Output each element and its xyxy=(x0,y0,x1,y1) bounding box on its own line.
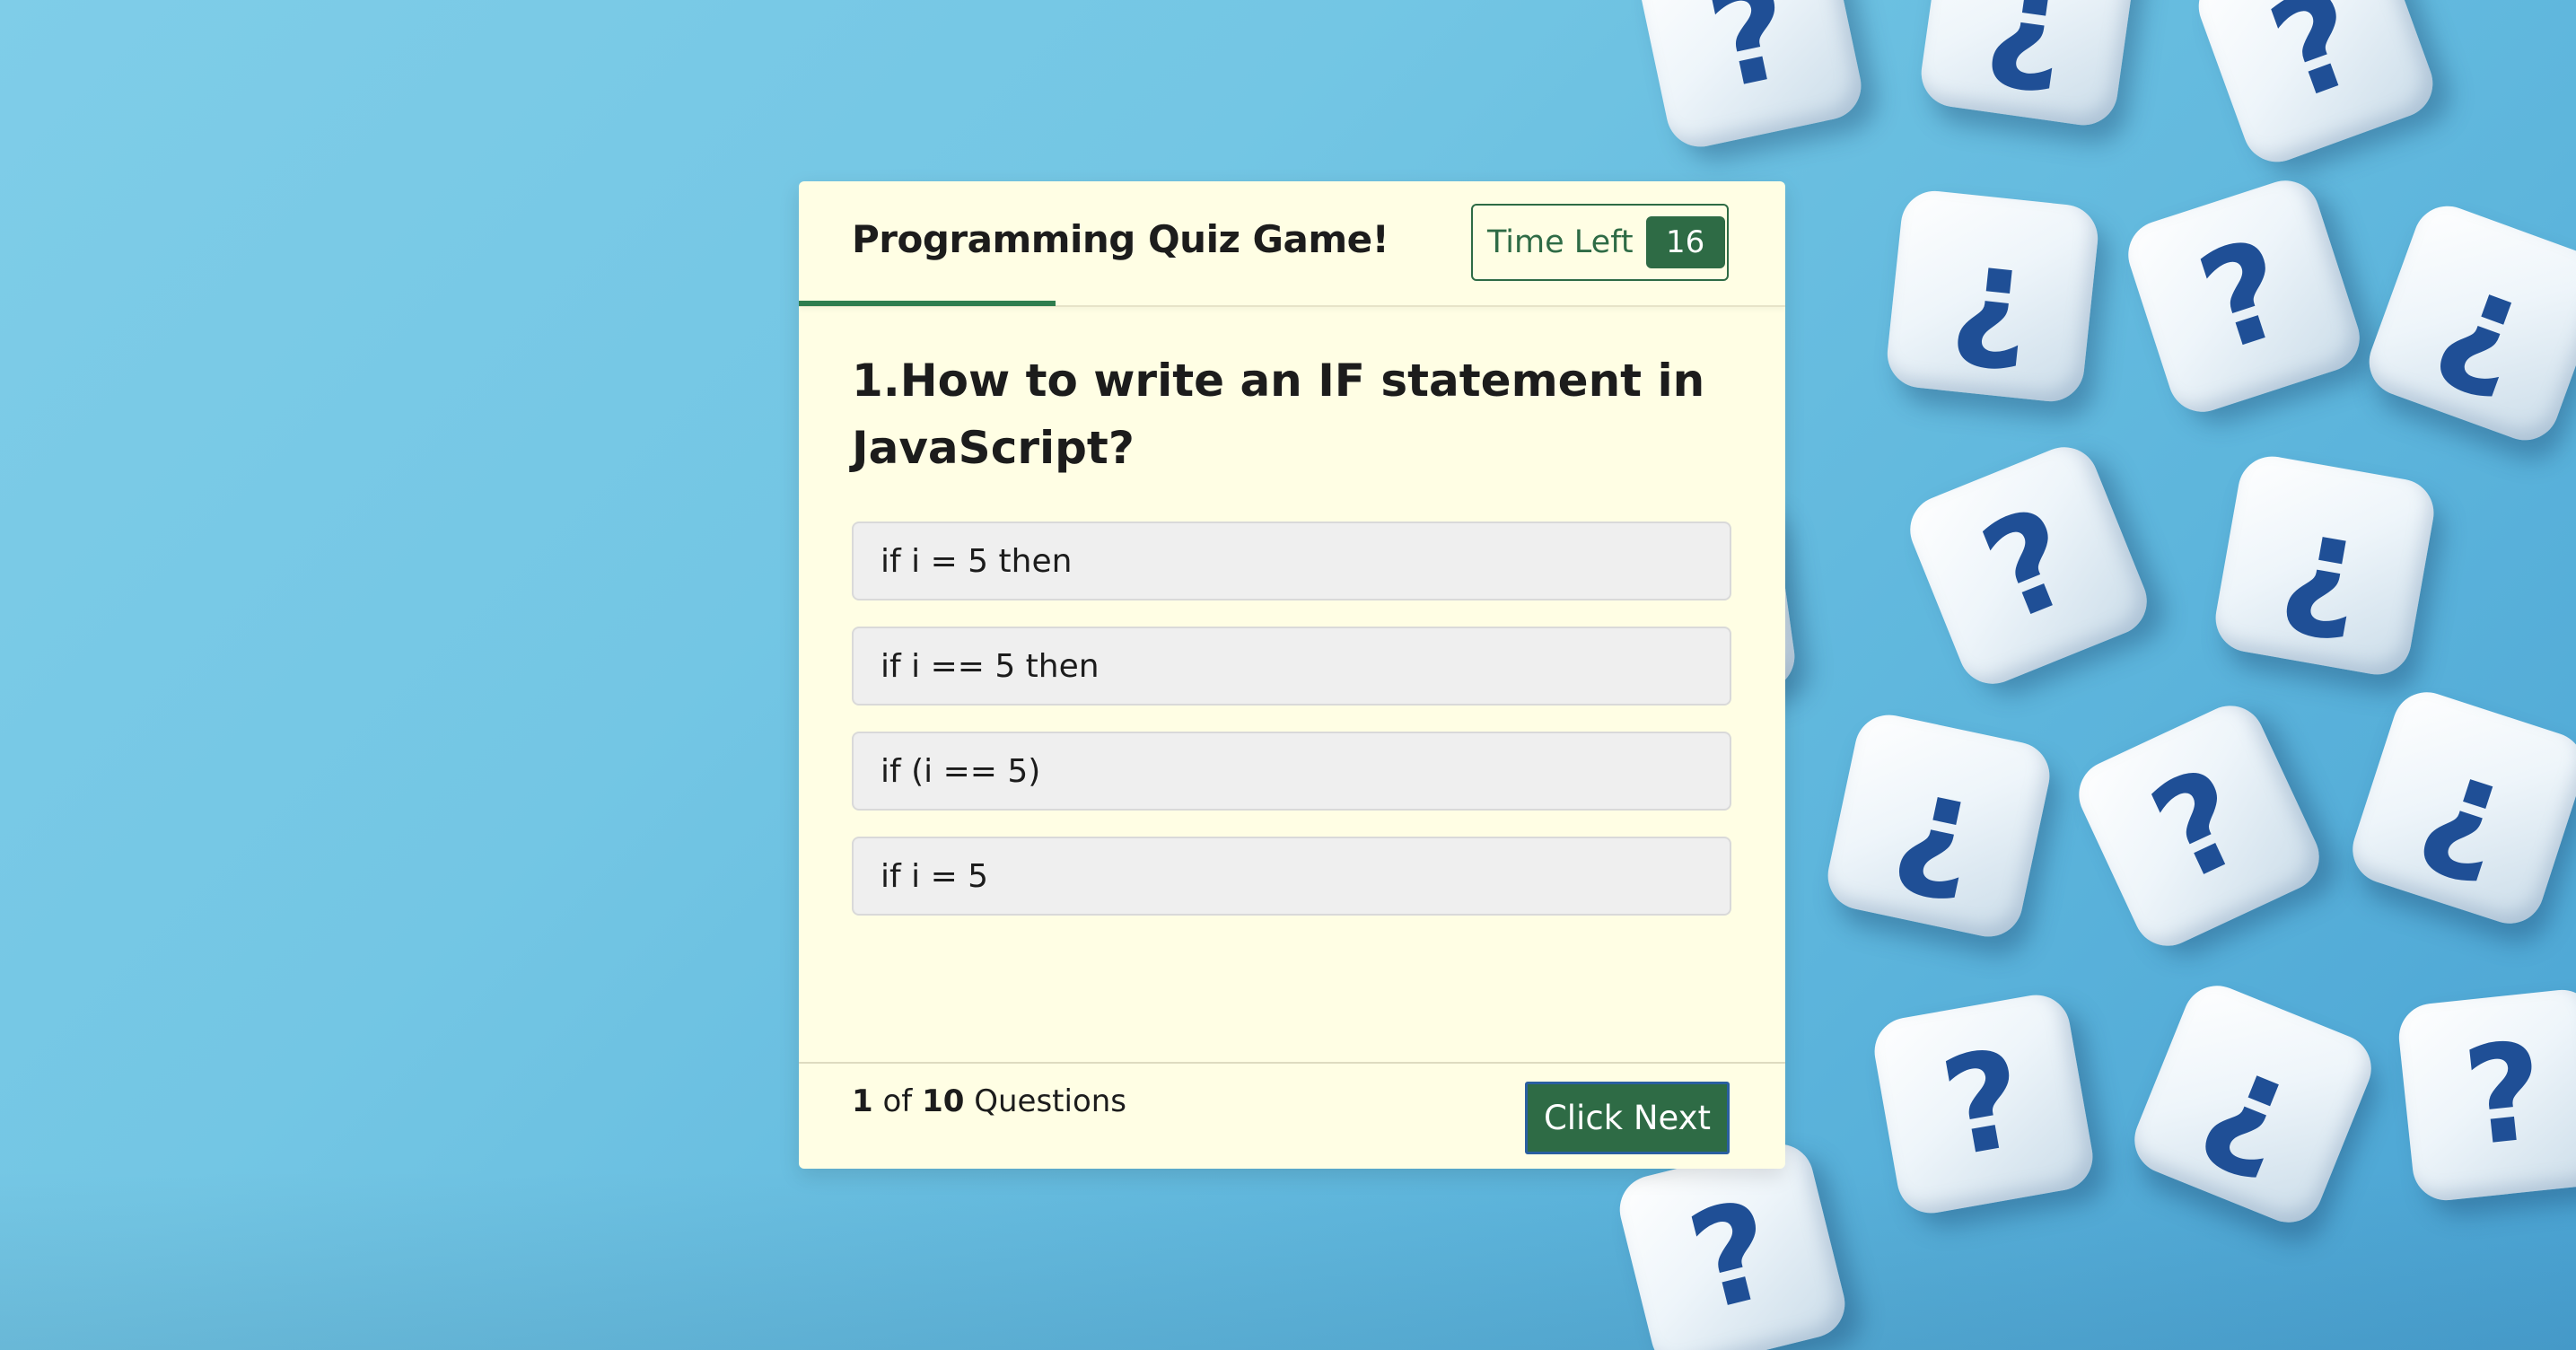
total-questions-number: 10 xyxy=(922,1083,965,1119)
counter-questions-text: Questions xyxy=(974,1083,1127,1119)
question-die: ¿ xyxy=(2210,451,2440,680)
question-mark-glyph: ? xyxy=(1932,1020,2036,1188)
question-counter: 1 of 10 Questions xyxy=(852,1083,1126,1119)
time-left-box: Time Left 16 xyxy=(1471,204,1729,281)
question-die: ¿ xyxy=(1916,0,2141,130)
question-mark-glyph: ? xyxy=(2252,0,2379,132)
question-mark-glyph: ¿ xyxy=(2406,721,2530,895)
time-left-label: Time Left xyxy=(1487,224,1634,260)
question-die: ¿ xyxy=(2360,197,2576,450)
time-left-counter: 16 xyxy=(1645,216,1725,268)
quiz-title: Programming Quiz Game! xyxy=(852,217,1389,261)
quiz-card: Programming Quiz Game! Time Left 16 1.Ho… xyxy=(799,181,1785,1169)
quiz-header: Programming Quiz Game! Time Left 16 xyxy=(799,181,1785,307)
counter-of-text: of xyxy=(882,1083,913,1119)
question-die: ? xyxy=(1633,0,1868,153)
question-mark-glyph: ¿ xyxy=(1945,214,2040,379)
question-die: ¿ xyxy=(1884,188,2101,405)
answer-options: if i = 5 then if i == 5 then if (i == 5)… xyxy=(852,522,1731,942)
question-text: 1.How to write an IF statement in JavaSc… xyxy=(852,355,1705,474)
question-die: ? xyxy=(2119,171,2369,421)
question-die: ? xyxy=(2396,986,2576,1204)
question-die: ? xyxy=(1869,989,2098,1219)
answer-option[interactable]: if i = 5 xyxy=(852,837,1731,916)
question-mark-glyph: ¿ xyxy=(1978,0,2079,101)
question-mark-glyph: ? xyxy=(2182,209,2306,383)
question-die: ¿ xyxy=(1821,708,2056,943)
answer-option[interactable]: if i = 5 then xyxy=(852,522,1731,600)
question-mark-glyph: ? xyxy=(2457,1012,2552,1178)
quiz-footer: 1 of 10 Questions Click Next xyxy=(799,1062,1785,1169)
answer-option[interactable]: if i == 5 then xyxy=(852,627,1731,706)
question-mark-glyph: ¿ xyxy=(2187,1017,2318,1191)
question-mark-glyph: ¿ xyxy=(1884,741,1993,911)
question-die: ? xyxy=(1899,436,2158,695)
question-mark-glyph: ¿ xyxy=(2273,481,2377,650)
question-mark-glyph: ? xyxy=(2130,738,2268,914)
question-die: ? xyxy=(2067,694,2331,958)
question-die: ¿ xyxy=(2124,975,2382,1233)
question-die: ? xyxy=(1612,1136,1853,1350)
question-mark-glyph: ? xyxy=(1695,0,1805,121)
answer-option[interactable]: if (i == 5) xyxy=(852,732,1731,811)
current-question-number: 1 xyxy=(852,1083,873,1119)
question-mark-glyph: ? xyxy=(1963,478,2094,653)
question-mark-glyph: ? xyxy=(1675,1171,1790,1342)
next-button[interactable]: Click Next xyxy=(1525,1082,1730,1154)
question-die: ? xyxy=(2189,0,2442,171)
progress-bar xyxy=(799,301,1056,306)
question-mark-glyph: ¿ xyxy=(2423,236,2550,410)
question-die: ¿ xyxy=(2344,683,2576,933)
